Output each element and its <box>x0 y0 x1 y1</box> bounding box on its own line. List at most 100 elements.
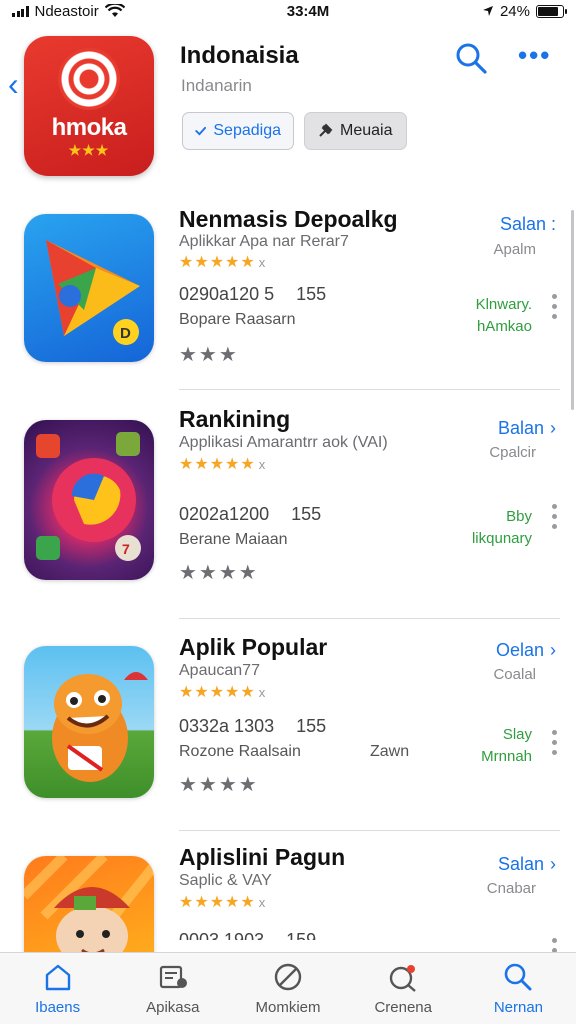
app-badge-line: Mrnnah <box>481 748 532 765</box>
star-rating-text: ★★★★★ <box>179 894 256 911</box>
swirl-logo-icon <box>58 47 120 110</box>
game-circle-icon[interactable]: 7 <box>24 420 154 580</box>
tab-label: Momkiem <box>255 999 321 1016</box>
status-bar: Ndeastoir 33:4M 24% <box>0 0 576 22</box>
header: ‹ hmoka ★★★ Indonaisia Indanarin Sepadig… <box>0 28 576 188</box>
star-rating-mark: x <box>258 685 266 700</box>
tab-label: Crenena <box>374 999 432 1016</box>
apps-icon <box>159 965 187 989</box>
star-rating: ★★★★★ x <box>179 682 265 702</box>
battery-fill <box>538 6 559 16</box>
play-triangle-icon[interactable]: D <box>24 214 154 362</box>
wifi-icon <box>104 4 125 17</box>
battery-percent: 24% <box>499 2 530 20</box>
app-badge: Klnwary. hAmkao <box>476 294 532 338</box>
app-badge-line: likqunary <box>471 530 532 547</box>
app-badge-line: Klnwary. <box>475 296 532 313</box>
tab-no-entry[interactable]: Momkiem <box>230 953 345 1024</box>
hero-stars: ★★★ <box>69 142 110 159</box>
stat-left: 0202a1200 <box>179 504 270 524</box>
get-button[interactable]: Balan › <box>498 418 556 439</box>
chevron-right-icon: › <box>550 418 556 438</box>
play-triangle-graphic: D <box>46 240 140 345</box>
chip-primary-label: Sepadiga <box>213 122 281 139</box>
kebab-menu-icon[interactable] <box>552 504 558 529</box>
stat-left: 0003 1903 <box>179 930 265 940</box>
back-chevron-icon[interactable]: ‹ <box>8 68 19 100</box>
page-subtitle: Indanarin <box>181 76 252 95</box>
app-stats: 0332a 1303 155 <box>179 716 326 737</box>
app-subtitle: Apaucan77 <box>179 662 260 679</box>
filter-chip-primary[interactable]: Sepadiga <box>182 112 294 150</box>
action-subtitle: Cpalcir <box>489 444 536 461</box>
star-rating: ★★★★★ x <box>179 892 265 912</box>
list-item: D Nenmasis Depoalkg Aplikkar Apa nar Rer… <box>0 206 576 404</box>
star-rating-mark: x <box>258 457 266 472</box>
home-icon <box>45 964 70 991</box>
page-title: Indonaisia <box>180 42 299 69</box>
tab-apps[interactable]: Apikasa <box>115 953 230 1024</box>
tab-search[interactable]: Nernan <box>461 953 576 1024</box>
get-button[interactable]: Salan : <box>500 214 556 235</box>
app-stats: 0290a120 5 155 <box>179 284 326 305</box>
action-subtitle: Cnabar <box>486 880 536 897</box>
scrollbar[interactable] <box>571 210 574 410</box>
signal-icon <box>12 5 29 17</box>
monster-character-icon[interactable] <box>24 646 154 798</box>
location-arrow-icon <box>482 6 493 16</box>
star-rating: ★★★★★ x <box>179 252 265 272</box>
filter-chip-secondary[interactable]: Meuaia <box>304 112 407 150</box>
get-button[interactable]: Salan › <box>498 854 556 875</box>
chip-secondary-label: Meuaia <box>340 122 393 139</box>
app-name[interactable]: Aplislini Pagun <box>179 844 345 871</box>
kebab-menu-icon[interactable] <box>552 938 558 953</box>
app-rating: ★★★★ <box>179 774 259 796</box>
app-subtitle: Applikasi Amarantrr aok (VAI) <box>179 434 388 451</box>
carrier-label: Ndeastoir <box>34 2 99 20</box>
hero-stars-text: ★★★ <box>68 141 110 158</box>
app-rating: ★★★ <box>179 344 239 366</box>
star-rating-mark: x <box>258 895 266 910</box>
get-button-label: Salan <box>497 854 544 874</box>
app-name[interactable]: Nenmasis Depoalkg <box>179 206 398 233</box>
status-right: 24% <box>444 2 567 20</box>
heart-check-icon <box>195 126 207 136</box>
more-dots-icon[interactable]: ••• <box>518 42 551 68</box>
app-subtitle: Aplikkar Apa nar Rerar7 <box>179 233 349 250</box>
games-icon <box>390 965 416 992</box>
app-badge-line: hAmkao <box>476 318 532 335</box>
search-icon <box>505 963 532 991</box>
app-meta: Berane Maiaan <box>179 531 288 548</box>
app-name[interactable]: Rankining <box>179 406 290 433</box>
divider <box>179 830 560 831</box>
chevron-right-icon: › <box>550 854 556 874</box>
app-subtitle: Saplic & VAY <box>179 872 272 889</box>
divider <box>179 618 560 619</box>
star-rating-text: ★★★★★ <box>179 684 256 701</box>
tab-label: Ibaens <box>35 999 81 1016</box>
app-rating: ★★★★ <box>179 562 259 584</box>
tab-home[interactable]: Ibaens <box>0 953 115 1024</box>
kebab-menu-icon[interactable] <box>552 730 558 755</box>
get-button-label: Balan <box>497 418 544 438</box>
tab-games[interactable]: Crenena <box>346 953 461 1024</box>
divider <box>179 389 560 390</box>
chevron-right-icon: › <box>550 640 556 660</box>
star-rating: ★★★★★ x <box>179 454 265 474</box>
stat-right: 155 <box>296 284 327 304</box>
battery-icon <box>536 4 567 18</box>
app-name[interactable]: Aplik Popular <box>179 634 327 661</box>
app-meta: Rozone Raalsain <box>179 743 301 760</box>
game-circle-graphic: 7 <box>36 432 141 561</box>
star-rating-mark: x <box>258 255 266 270</box>
app-extra: Zawn <box>370 743 410 760</box>
get-button-label: Oelan <box>495 640 544 660</box>
status-time: 33:4M <box>286 2 330 20</box>
hero-brand: hmoka <box>51 113 127 141</box>
search-icon[interactable] <box>454 41 488 75</box>
get-button[interactable]: Oelan › <box>496 640 556 661</box>
action-subtitle: Apalm <box>493 241 536 258</box>
kebab-menu-icon[interactable] <box>552 294 558 319</box>
app-badge-line: Bby <box>506 508 532 525</box>
hero-app-icon[interactable]: hmoka ★★★ <box>24 36 154 176</box>
